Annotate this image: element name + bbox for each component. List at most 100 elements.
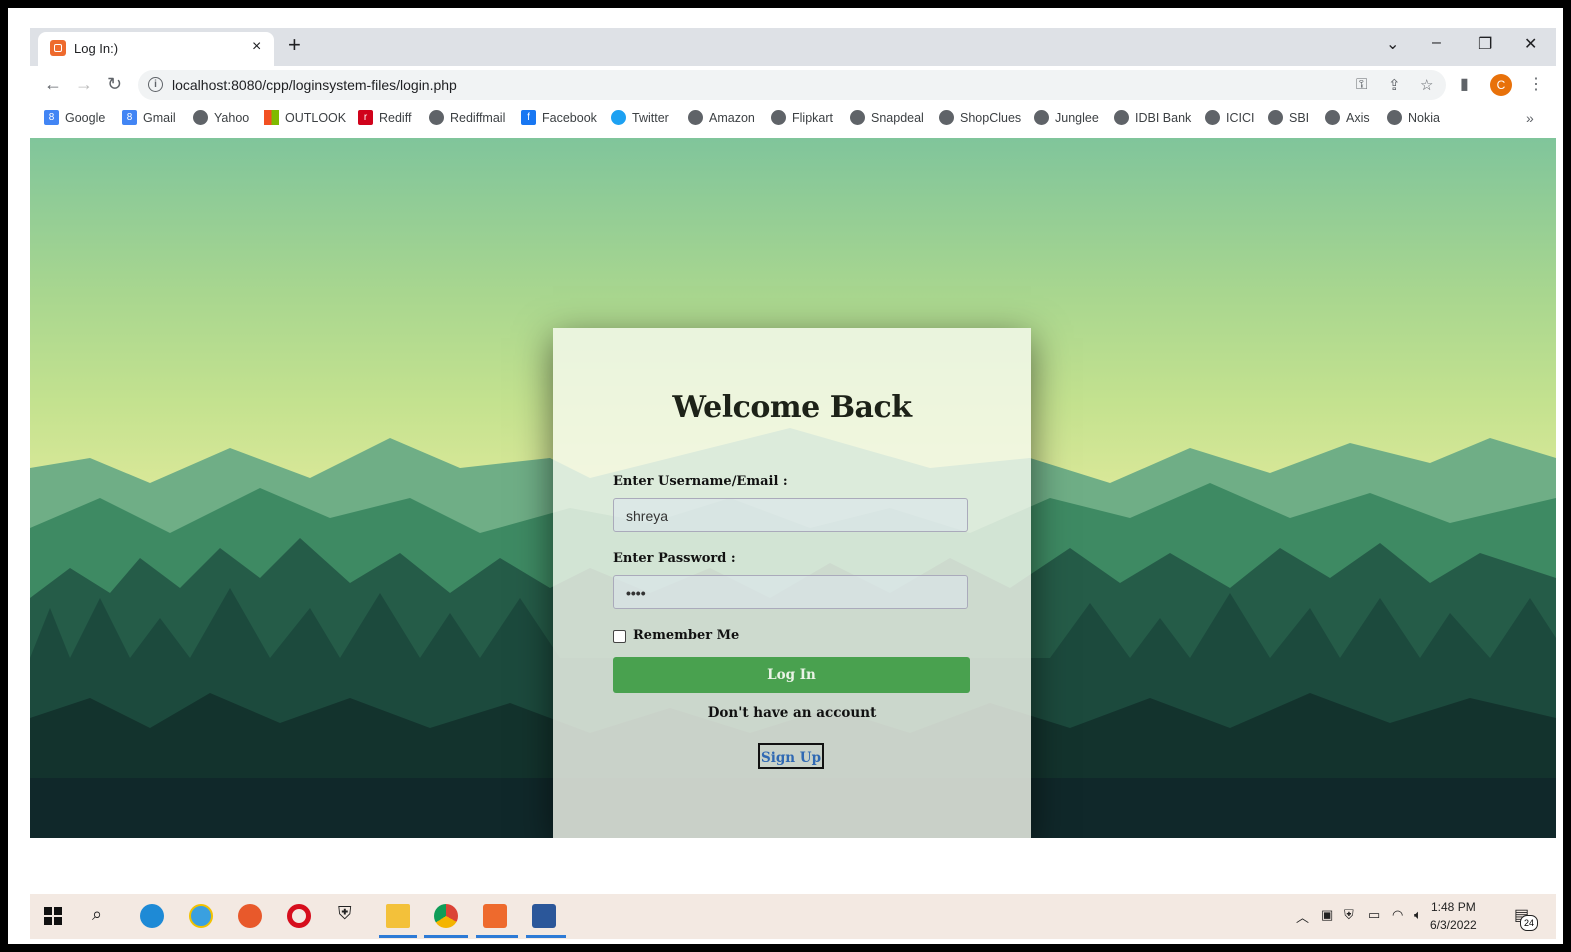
login-button[interactable]: Log In: [613, 657, 970, 693]
security-shield-icon[interactable]: ⛨: [338, 903, 352, 924]
globe-icon: [429, 110, 444, 125]
password-input[interactable]: ••••: [613, 575, 968, 609]
page-background: Welcome Back Enter Username/Email : shre…: [30, 138, 1556, 838]
bookmark-item[interactable]: Rediffmail: [429, 110, 505, 125]
windows-taskbar: ⌕ ⛨ ︿ ▣ ⛨ ▭ ◠ 🔈︎ 1:48 PM 6/3/2022 ▤ 24: [30, 894, 1556, 939]
screenshot-frame: Log In:) × + ⌄ – ❐ ✕ ← → ↻ i localhost:8…: [8, 8, 1563, 944]
google-icon: 8: [44, 110, 59, 125]
close-window-button[interactable]: ✕: [1524, 34, 1537, 54]
username-label: Enter Username/Email :: [613, 474, 788, 489]
remember-me-checkbox[interactable]: [613, 630, 626, 643]
login-card: Welcome Back Enter Username/Email : shre…: [553, 328, 1031, 838]
xampp-icon[interactable]: [483, 904, 507, 928]
internet-explorer-icon[interactable]: [189, 904, 213, 928]
globe-icon: [1205, 110, 1220, 125]
globe-icon: [1325, 110, 1340, 125]
xampp-icon: [50, 40, 66, 56]
bookmark-item[interactable]: IDBI Bank: [1114, 110, 1191, 125]
chevron-up-icon[interactable]: ︿: [1296, 907, 1309, 926]
side-panel-icon[interactable]: ▮: [1460, 74, 1469, 94]
twitter-icon: [611, 110, 626, 125]
bookmarks-overflow-icon[interactable]: »: [1526, 110, 1534, 126]
clock[interactable]: 1:48 PM 6/3/2022: [1430, 898, 1477, 934]
tab-strip: Log In:) × + ⌄ – ❐ ✕: [30, 28, 1556, 66]
star-icon[interactable]: ☆: [1420, 76, 1433, 94]
chrome-icon[interactable]: [434, 904, 458, 928]
windows-start-icon[interactable]: [44, 907, 62, 925]
share-icon[interactable]: ⇪: [1388, 76, 1401, 94]
menu-icon[interactable]: ⋮: [1528, 74, 1544, 94]
new-tab-button[interactable]: +: [288, 34, 301, 56]
no-account-text: Don't have an account: [707, 705, 877, 721]
bookmark-item[interactable]: Yahoo: [193, 110, 249, 125]
minimize-button[interactable]: –: [1432, 34, 1441, 52]
tab-search-icon[interactable]: ⌄: [1386, 34, 1399, 54]
word-active-indicator: [526, 935, 566, 938]
remember-me-label[interactable]: Remember Me: [633, 628, 739, 643]
bookmark-item[interactable]: 8 Google: [44, 110, 105, 125]
file-explorer-icon[interactable]: [386, 904, 410, 928]
globe-icon: [1114, 110, 1129, 125]
browser-toolbar: ← → ↻ i localhost:8080/cpp/loginsystem-f…: [30, 66, 1556, 104]
wifi-icon[interactable]: ◠: [1392, 907, 1403, 923]
profile-avatar[interactable]: C: [1490, 74, 1512, 96]
url-text[interactable]: localhost:8080/cpp/loginsystem-files/log…: [172, 77, 457, 93]
network-status-icon[interactable]: ▣: [1321, 907, 1333, 923]
address-bar[interactable]: i localhost:8080/cpp/loginsystem-files/l…: [138, 70, 1446, 100]
globe-icon: [1034, 110, 1049, 125]
bookmark-item[interactable]: ShopClues: [939, 110, 1021, 125]
tab-login[interactable]: Log In:) ×: [38, 32, 274, 66]
screen: Log In:) × + ⌄ – ❐ ✕ ← → ↻ i localhost:8…: [30, 28, 1556, 939]
chrome-active-indicator: [424, 935, 468, 938]
tab-title: Log In:): [74, 41, 119, 56]
bookmark-item[interactable]: Nokia: [1387, 110, 1440, 125]
bookmark-item[interactable]: Snapdeal: [850, 110, 924, 125]
word-icon[interactable]: [532, 904, 556, 928]
notification-count-badge: 24: [1520, 915, 1538, 931]
globe-icon: [193, 110, 208, 125]
bookmark-item[interactable]: SBI: [1268, 110, 1309, 125]
battery-icon[interactable]: ▭: [1368, 907, 1380, 923]
globe-icon: [771, 110, 786, 125]
xampp-active-indicator: [476, 935, 518, 938]
password-label: Enter Password :: [613, 551, 736, 566]
bookmark-item[interactable]: 8 Gmail: [122, 110, 176, 125]
username-input[interactable]: shreya: [613, 498, 968, 532]
facebook-icon: f: [521, 110, 536, 125]
rediff-icon: r: [358, 110, 373, 125]
google-icon: 8: [122, 110, 137, 125]
volume-icon[interactable]: 🔈︎: [1414, 907, 1422, 923]
defender-icon[interactable]: ⛨: [1344, 907, 1354, 923]
search-icon[interactable]: ⌕: [92, 904, 102, 925]
clock-time: 1:48 PM: [1431, 900, 1476, 914]
tab-close-icon[interactable]: ×: [252, 38, 261, 56]
explorer-active-indicator: [379, 935, 417, 938]
restore-button[interactable]: ❐: [1478, 34, 1492, 54]
bookmark-item[interactable]: Twitter: [611, 110, 669, 125]
forward-icon[interactable]: →: [75, 74, 93, 95]
globe-icon: [688, 110, 703, 125]
info-icon[interactable]: i: [148, 77, 163, 92]
microsoft-icon: [264, 110, 279, 125]
bookmark-item[interactable]: Flipkart: [771, 110, 833, 125]
bookmarks-bar: 8 Google 8 Gmail Yahoo OUTLOOK r Rediff Red…: [30, 104, 1556, 138]
edge-icon[interactable]: [140, 904, 164, 928]
bookmark-item[interactable]: ICICI: [1205, 110, 1254, 125]
signup-button[interactable]: Sign Up: [758, 743, 824, 769]
globe-icon: [1268, 110, 1283, 125]
opera-icon[interactable]: [287, 904, 311, 928]
bookmark-item[interactable]: OUTLOOK: [264, 110, 346, 125]
globe-icon: [850, 110, 865, 125]
bookmark-item[interactable]: Axis: [1325, 110, 1370, 125]
firefox-icon[interactable]: [238, 904, 262, 928]
bookmark-item[interactable]: Junglee: [1034, 110, 1099, 125]
back-icon[interactable]: ←: [44, 74, 62, 95]
clock-date: 6/3/2022: [1430, 918, 1477, 932]
bookmark-item[interactable]: f Facebook: [521, 110, 597, 125]
reload-icon[interactable]: ↻: [107, 74, 122, 95]
page-title: Welcome Back: [672, 390, 912, 425]
bookmark-item[interactable]: Amazon: [688, 110, 755, 125]
bookmark-item[interactable]: r Rediff: [358, 110, 411, 125]
key-icon[interactable]: ⚿: [1356, 76, 1367, 93]
globe-icon: [939, 110, 954, 125]
